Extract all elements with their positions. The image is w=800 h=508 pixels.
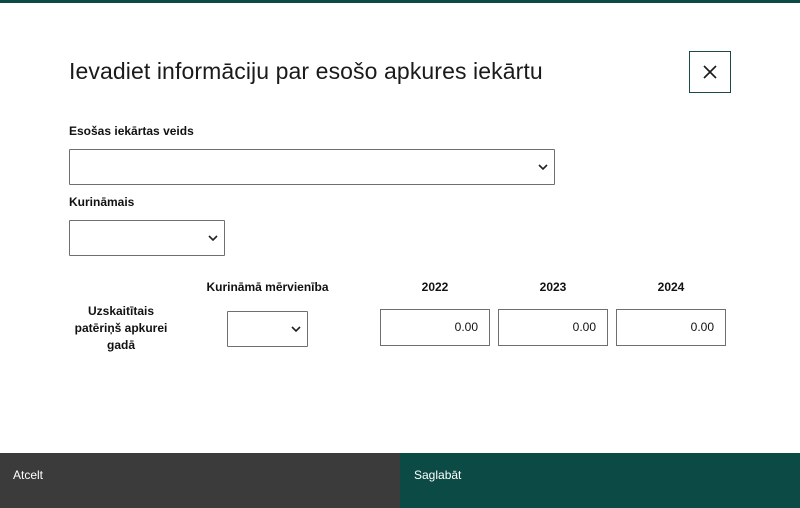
consumption-2023-input[interactable]: 0.00: [498, 309, 608, 346]
chevron-down-icon: [208, 235, 218, 242]
chevron-down-icon: [538, 164, 548, 171]
top-accent-bar: [0, 0, 800, 3]
close-icon: [703, 65, 717, 79]
unit-column-header: Kurināmā mērvienība: [206, 280, 329, 294]
unit-select[interactable]: [227, 311, 308, 347]
fuel-select[interactable]: [69, 220, 225, 256]
device-type-label: Esošas iekārtas veids: [69, 124, 194, 138]
year-header-2024: 2024: [657, 280, 685, 294]
year-header-2022: 2022: [421, 280, 449, 294]
close-button[interactable]: [689, 51, 731, 93]
consumption-2022-input[interactable]: 0.00: [380, 309, 490, 346]
consumption-2024-input[interactable]: 0.00: [616, 309, 726, 346]
dialog-title: Ievadiet informāciju par esošo apkures i…: [69, 58, 543, 84]
save-button[interactable]: Saglabāt: [400, 453, 800, 508]
chevron-down-icon: [291, 326, 301, 333]
fuel-label: Kurināmais: [69, 195, 135, 209]
device-type-select[interactable]: [69, 149, 555, 185]
cancel-button[interactable]: Atcelt: [0, 453, 400, 508]
year-header-2023: 2023: [539, 280, 567, 294]
consumption-row-label: Uzskaitītais patēriņš apkurei gadā: [74, 304, 168, 352]
